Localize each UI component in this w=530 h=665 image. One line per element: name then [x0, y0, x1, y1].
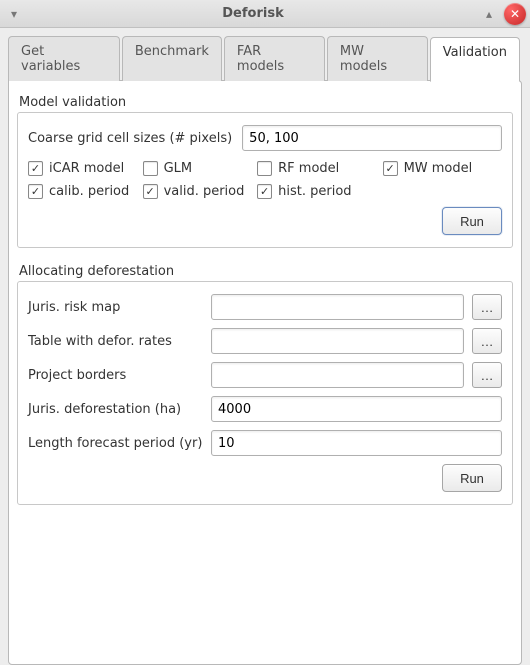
input-juris-defor-ha[interactable] — [211, 396, 502, 422]
window-title: Deforisk — [28, 6, 478, 21]
input-length-forecast[interactable] — [211, 430, 502, 456]
coarse-grid-input[interactable] — [242, 125, 502, 151]
checkbox-icon — [28, 161, 43, 176]
run-allocating-button[interactable]: Run — [442, 464, 502, 492]
label-juris-defor-ha: Juris. deforestation (ha) — [28, 402, 203, 417]
check-glm[interactable]: GLM — [143, 161, 252, 176]
tab-far-models[interactable]: FAR models — [224, 36, 325, 81]
row-table-defor-rates: Table with defor. rates … — [28, 328, 502, 354]
checks-row-2: calib. period valid. period hist. period — [28, 184, 502, 199]
row-juris-risk-map: Juris. risk map … — [28, 294, 502, 320]
check-label: iCAR model — [49, 161, 124, 176]
tab-validation[interactable]: Validation — [430, 37, 520, 82]
check-calib-period[interactable]: calib. period — [28, 184, 137, 199]
check-mw-model[interactable]: MW model — [383, 161, 502, 176]
close-icon: ✕ — [510, 7, 520, 21]
checkbox-icon — [257, 184, 272, 199]
label-project-borders: Project borders — [28, 368, 203, 383]
row-project-borders: Project borders … — [28, 362, 502, 388]
input-juris-risk-map[interactable] — [211, 294, 464, 320]
minimize-button[interactable]: ▴ — [478, 5, 500, 23]
checkbox-icon — [143, 161, 158, 176]
browse-table-defor-rates[interactable]: … — [472, 328, 502, 354]
row-juris-defor-ha: Juris. deforestation (ha) — [28, 396, 502, 422]
check-label: MW model — [404, 161, 473, 176]
input-table-defor-rates[interactable] — [211, 328, 464, 354]
check-label: hist. period — [278, 184, 351, 199]
section-label-allocating: Allocating deforestation — [19, 264, 513, 279]
tabs-header: Get variables Benchmark FAR models MW mo… — [8, 36, 522, 81]
label-juris-risk-map: Juris. risk map — [28, 300, 203, 315]
section-label-model-validation: Model validation — [19, 95, 513, 110]
close-button[interactable]: ✕ — [504, 3, 526, 25]
tab-get-variables[interactable]: Get variables — [8, 36, 120, 81]
label-length-forecast: Length forecast period (yr) — [28, 436, 203, 451]
check-icar-model[interactable]: iCAR model — [28, 161, 137, 176]
check-valid-period[interactable]: valid. period — [143, 184, 252, 199]
check-label: valid. period — [164, 184, 245, 199]
tab-mw-models[interactable]: MW models — [327, 36, 428, 81]
checkbox-icon — [383, 161, 398, 176]
titlebar: ▾ Deforisk ▴ ✕ — [0, 0, 530, 28]
tab-benchmark[interactable]: Benchmark — [122, 36, 222, 81]
checkbox-icon — [28, 184, 43, 199]
checkbox-icon — [143, 184, 158, 199]
model-validation-frame: Coarse grid cell sizes (# pixels) iCAR m… — [17, 112, 513, 248]
check-hist-period[interactable]: hist. period — [257, 184, 376, 199]
label-table-defor-rates: Table with defor. rates — [28, 334, 203, 349]
row-length-forecast: Length forecast period (yr) — [28, 430, 502, 456]
check-label: calib. period — [49, 184, 129, 199]
checkbox-icon — [257, 161, 272, 176]
check-label: GLM — [164, 161, 193, 176]
window-body: Get variables Benchmark FAR models MW mo… — [0, 28, 530, 665]
check-rf-model[interactable]: RF model — [257, 161, 376, 176]
titlebar-menu-icon[interactable]: ▾ — [0, 7, 28, 21]
coarse-grid-label: Coarse grid cell sizes (# pixels) — [28, 131, 232, 146]
allocating-frame: Juris. risk map … Table with defor. rate… — [17, 281, 513, 505]
check-label: RF model — [278, 161, 339, 176]
input-project-borders[interactable] — [211, 362, 464, 388]
browse-juris-risk-map[interactable]: … — [472, 294, 502, 320]
run-validation-button[interactable]: Run — [442, 207, 502, 235]
tab-content-validation: Model validation Coarse grid cell sizes … — [8, 80, 522, 665]
checks-row-1: iCAR model GLM RF model MW model — [28, 161, 502, 176]
browse-project-borders[interactable]: … — [472, 362, 502, 388]
